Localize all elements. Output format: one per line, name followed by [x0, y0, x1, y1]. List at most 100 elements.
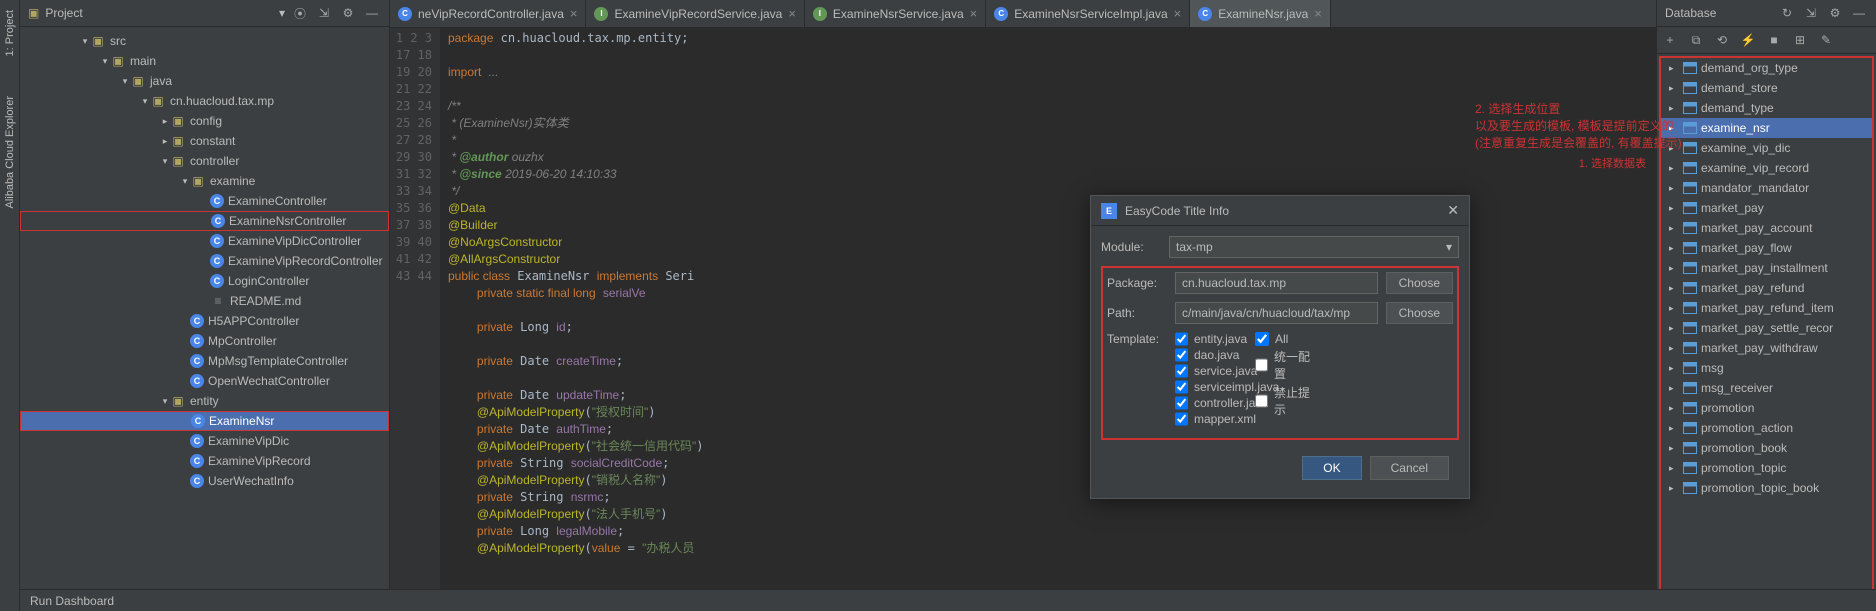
tree-node[interactable]: CLoginController	[20, 271, 389, 291]
db-table-node[interactable]: ▸msg	[1661, 358, 1872, 378]
db-table-node[interactable]: ▸market_pay_withdraw	[1661, 338, 1872, 358]
tree-node[interactable]: ▾▣java	[20, 71, 389, 91]
db-table-node[interactable]: ▸market_pay_settle_recor	[1661, 318, 1872, 338]
db-table-node[interactable]: ▸promotion_topic_book	[1661, 478, 1872, 498]
expand-arrow-icon[interactable]: ▸	[1669, 363, 1679, 374]
tree-node[interactable]: ▸▣config	[20, 111, 389, 131]
template-checkbox[interactable]: dao.java	[1175, 348, 1235, 362]
expand-arrow-icon[interactable]: ▸	[1669, 483, 1679, 494]
collapse-icon[interactable]: ⇲	[1802, 4, 1820, 22]
expand-arrow-icon[interactable]: ▾	[80, 36, 90, 47]
db-table-node[interactable]: ▸demand_store	[1661, 78, 1872, 98]
dialog-title-bar[interactable]: E EasyCode Title Info ✕	[1091, 196, 1469, 226]
gear-icon[interactable]: ⚙	[339, 4, 357, 22]
expand-arrow-icon[interactable]: ▸	[160, 136, 170, 147]
choose-path-button[interactable]: Choose	[1386, 302, 1453, 324]
template-checkbox[interactable]: mapper.xml	[1175, 412, 1235, 426]
tree-node[interactable]: ▾▣examine	[20, 171, 389, 191]
close-tab-icon[interactable]: ×	[788, 6, 796, 21]
editor-tab[interactable]: CExamineNsr.java×	[1190, 0, 1331, 27]
tree-node[interactable]: CUserWechatInfo	[20, 471, 389, 491]
database-tree[interactable]: ▸demand_org_type▸demand_store▸demand_typ…	[1659, 56, 1874, 609]
alibaba-tool-tab[interactable]: Alibaba Cloud Explorer	[4, 96, 16, 209]
editor-tab[interactable]: IExamineNsrService.java×	[805, 0, 986, 27]
project-tree[interactable]: ▾▣src▾▣main▾▣java▾▣cn.huacloud.tax.mp▸▣c…	[20, 27, 389, 611]
db-table-node[interactable]: ▸examine_vip_dic	[1661, 138, 1872, 158]
tree-node[interactable]: COpenWechatController	[20, 371, 389, 391]
db-table-node[interactable]: ▸examine_nsr	[1661, 118, 1872, 138]
db-table-node[interactable]: ▸promotion_book	[1661, 438, 1872, 458]
hide-icon[interactable]: —	[1850, 4, 1868, 22]
close-tab-icon[interactable]: ×	[970, 6, 978, 21]
expand-arrow-icon[interactable]: ▾	[160, 396, 170, 407]
expand-arrow-icon[interactable]: ▸	[1669, 463, 1679, 474]
tree-node[interactable]: CExamineNsrController	[20, 211, 389, 231]
expand-arrow-icon[interactable]: ▸	[1669, 323, 1679, 334]
expand-arrow-icon[interactable]: ▾	[180, 176, 190, 187]
run-dashboard-button[interactable]: Run Dashboard	[30, 594, 114, 608]
close-tab-icon[interactable]: ×	[1314, 6, 1322, 21]
expand-arrow-icon[interactable]: ▸	[1669, 423, 1679, 434]
edit-icon[interactable]: ✎	[1817, 31, 1835, 49]
package-input[interactable]	[1175, 272, 1378, 294]
expand-arrow-icon[interactable]: ▸	[1669, 83, 1679, 94]
expand-arrow-icon[interactable]: ▸	[1669, 343, 1679, 354]
tree-node[interactable]: CExamineController	[20, 191, 389, 211]
collapse-icon[interactable]: ⇲	[315, 4, 333, 22]
gear-icon[interactable]: ⚙	[1826, 4, 1844, 22]
expand-arrow-icon[interactable]: ▸	[1669, 283, 1679, 294]
expand-arrow-icon[interactable]: ▸	[1669, 63, 1679, 74]
db-table-node[interactable]: ▸examine_vip_record	[1661, 158, 1872, 178]
path-input[interactable]	[1175, 302, 1378, 324]
code-area[interactable]: package cn.huacloud.tax.mp.entity; impor…	[440, 28, 1656, 590]
tree-node[interactable]: CExamineVipRecord	[20, 451, 389, 471]
expand-arrow-icon[interactable]: ▸	[1669, 203, 1679, 214]
template-checkbox[interactable]: serviceimpl.java	[1175, 380, 1235, 394]
expand-arrow-icon[interactable]: ▸	[1669, 183, 1679, 194]
db-table-node[interactable]: ▸promotion_action	[1661, 418, 1872, 438]
expand-arrow-icon[interactable]: ▸	[160, 116, 170, 127]
expand-arrow-icon[interactable]: ▾	[120, 76, 130, 87]
target-icon[interactable]: ⦿	[291, 4, 309, 22]
db-table-node[interactable]: ▸market_pay_installment	[1661, 258, 1872, 278]
module-select[interactable]: tax-mp ▾	[1169, 236, 1459, 258]
all-checkbox[interactable]: All	[1255, 332, 1315, 346]
tree-node[interactable]: ▾▣src	[20, 31, 389, 51]
expand-arrow-icon[interactable]: ▸	[1669, 303, 1679, 314]
table-icon[interactable]: ⊞	[1791, 31, 1809, 49]
filter-icon[interactable]: ⚡	[1739, 31, 1757, 49]
tree-node[interactable]: ≡README.md	[20, 291, 389, 311]
tree-node[interactable]: ▾▣entity	[20, 391, 389, 411]
expand-arrow-icon[interactable]: ▾	[140, 96, 150, 107]
editor-tab[interactable]: CneVipRecordController.java×	[390, 0, 586, 27]
expand-arrow-icon[interactable]: ▸	[1669, 383, 1679, 394]
expand-arrow-icon[interactable]: ▸	[1669, 243, 1679, 254]
expand-arrow-icon[interactable]: ▸	[1669, 263, 1679, 274]
tree-node[interactable]: ▾▣controller	[20, 151, 389, 171]
db-table-node[interactable]: ▸mandator_mandator	[1661, 178, 1872, 198]
tree-node[interactable]: ▾▣main	[20, 51, 389, 71]
db-table-node[interactable]: ▸promotion_topic	[1661, 458, 1872, 478]
dropdown-icon[interactable]: ▾	[279, 6, 285, 20]
refresh-icon[interactable]: ↻	[1778, 4, 1796, 22]
template-checkbox[interactable]: service.java	[1175, 364, 1235, 378]
db-table-node[interactable]: ▸market_pay	[1661, 198, 1872, 218]
db-table-node[interactable]: ▸demand_type	[1661, 98, 1872, 118]
close-tab-icon[interactable]: ×	[1174, 6, 1182, 21]
close-tab-icon[interactable]: ×	[570, 6, 578, 21]
tree-node[interactable]: CExamineVipDic	[20, 431, 389, 451]
editor-tab[interactable]: CExamineNsrServiceImpl.java×	[986, 0, 1190, 27]
tree-node[interactable]: CExamineVipDicController	[20, 231, 389, 251]
expand-arrow-icon[interactable]: ▸	[1669, 403, 1679, 414]
tree-node[interactable]: ▸▣constant	[20, 131, 389, 151]
expand-arrow-icon[interactable]: ▾	[160, 156, 170, 167]
unified-checkbox[interactable]: 统一配置	[1255, 348, 1315, 382]
tree-node[interactable]: CH5APPController	[20, 311, 389, 331]
stop-icon[interactable]: ■	[1765, 31, 1783, 49]
db-table-node[interactable]: ▸demand_org_type	[1661, 58, 1872, 78]
choose-package-button[interactable]: Choose	[1386, 272, 1453, 294]
tree-node[interactable]: ▾▣cn.huacloud.tax.mp	[20, 91, 389, 111]
editor-tab[interactable]: IExamineVipRecordService.java×	[586, 0, 804, 27]
tree-node[interactable]: CExamineNsr	[20, 411, 389, 431]
db-table-node[interactable]: ▸market_pay_account	[1661, 218, 1872, 238]
